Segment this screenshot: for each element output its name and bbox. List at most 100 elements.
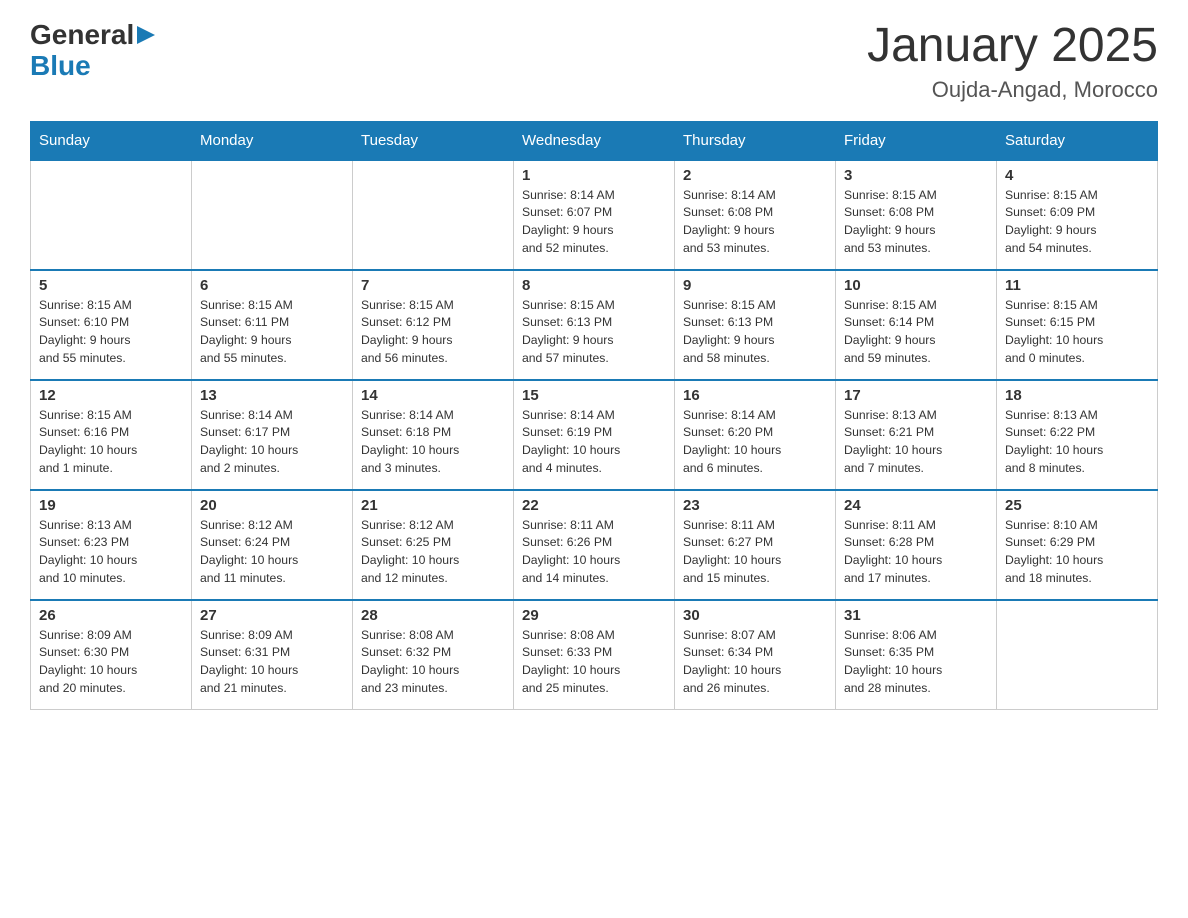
day-cell: 15 Sunrise: 8:14 AMSunset: 6:19 PMDayligh…	[514, 380, 675, 490]
day-cell: 1 Sunrise: 8:14 AMSunset: 6:07 PMDaylight…	[514, 160, 675, 270]
header-row: SundayMondayTuesdayWednesdayThursdayFrid…	[31, 121, 1158, 160]
location-subtitle: Oujda-Angad, Morocco	[867, 77, 1158, 103]
day-number: 4	[1005, 167, 1149, 184]
day-cell: 2Sunrise: 8:14 AMSunset: 6:08 PMDaylight…	[675, 160, 836, 270]
day-cell: 9 Sunrise: 8:15 AMSunset: 6:13 PMDaylight…	[675, 270, 836, 380]
day-info: Sunrise: 8:10 AMSunset: 6:29 PMDaylight:…	[1005, 517, 1149, 588]
day-number: 26	[39, 607, 183, 624]
calendar-body: 1 Sunrise: 8:14 AMSunset: 6:07 PMDaylight…	[31, 160, 1158, 710]
day-info: Sunrise: 8:13 AMSunset: 6:23 PMDaylight:…	[39, 517, 183, 588]
day-cell: 18 Sunrise: 8:13 AMSunset: 6:22 PMDayligh…	[997, 380, 1158, 490]
day-info: Sunrise: 8:15 AMSunset: 6:08 PMDaylight:…	[844, 187, 988, 258]
day-number: 19	[39, 497, 183, 514]
logo-arrow-icon	[137, 26, 155, 44]
title-block: January 2025 Oujda-Angad, Morocco	[867, 20, 1158, 103]
day-info: Sunrise: 8:15 AMSunset: 6:14 PMDaylight:…	[844, 297, 988, 368]
day-number: 28	[361, 607, 505, 624]
day-cell: 14Sunrise: 8:14 AMSunset: 6:18 PMDayligh…	[353, 380, 514, 490]
day-info: Sunrise: 8:15 AMSunset: 6:13 PMDaylight:…	[522, 297, 666, 368]
day-number: 7	[361, 277, 505, 294]
day-number: 1	[522, 167, 666, 184]
day-number: 9	[683, 277, 827, 294]
logo-general-text: General	[30, 20, 134, 51]
day-cell: 21 Sunrise: 8:12 AMSunset: 6:25 PMDayligh…	[353, 490, 514, 600]
day-info: Sunrise: 8:12 AMSunset: 6:24 PMDaylight:…	[200, 517, 344, 588]
day-info: Sunrise: 8:13 AMSunset: 6:21 PMDaylight:…	[844, 407, 988, 478]
header-cell-friday: Friday	[836, 121, 997, 160]
day-info: Sunrise: 8:14 AMSunset: 6:20 PMDaylight:…	[683, 407, 827, 478]
day-number: 15	[522, 387, 666, 404]
day-cell	[997, 600, 1158, 710]
day-cell: 17Sunrise: 8:13 AMSunset: 6:21 PMDayligh…	[836, 380, 997, 490]
day-info: Sunrise: 8:15 AMSunset: 6:09 PMDaylight:…	[1005, 187, 1149, 258]
day-number: 5	[39, 277, 183, 294]
day-cell: 19 Sunrise: 8:13 AMSunset: 6:23 PMDayligh…	[31, 490, 192, 600]
day-info: Sunrise: 8:07 AMSunset: 6:34 PMDaylight:…	[683, 627, 827, 698]
day-info: Sunrise: 8:14 AMSunset: 6:18 PMDaylight:…	[361, 407, 505, 478]
day-number: 18	[1005, 387, 1149, 404]
header-cell-wednesday: Wednesday	[514, 121, 675, 160]
day-cell: 30Sunrise: 8:07 AMSunset: 6:34 PMDayligh…	[675, 600, 836, 710]
day-number: 3	[844, 167, 988, 184]
logo: General Blue	[30, 20, 155, 82]
day-cell: 23 Sunrise: 8:11 AMSunset: 6:27 PMDayligh…	[675, 490, 836, 600]
day-number: 31	[844, 607, 988, 624]
day-cell: 11Sunrise: 8:15 AMSunset: 6:15 PMDayligh…	[997, 270, 1158, 380]
day-number: 11	[1005, 277, 1149, 294]
day-cell: 3 Sunrise: 8:15 AMSunset: 6:08 PMDaylight…	[836, 160, 997, 270]
day-info: Sunrise: 8:15 AMSunset: 6:11 PMDaylight:…	[200, 297, 344, 368]
day-cell: 24 Sunrise: 8:11 AMSunset: 6:28 PMDayligh…	[836, 490, 997, 600]
day-info: Sunrise: 8:11 AMSunset: 6:26 PMDaylight:…	[522, 517, 666, 588]
day-info: Sunrise: 8:08 AMSunset: 6:33 PMDaylight:…	[522, 627, 666, 698]
day-info: Sunrise: 8:09 AMSunset: 6:30 PMDaylight:…	[39, 627, 183, 698]
day-cell: 25 Sunrise: 8:10 AMSunset: 6:29 PMDayligh…	[997, 490, 1158, 600]
day-cell: 6 Sunrise: 8:15 AMSunset: 6:11 PMDaylight…	[192, 270, 353, 380]
day-info: Sunrise: 8:14 AMSunset: 6:19 PMDaylight:…	[522, 407, 666, 478]
day-number: 22	[522, 497, 666, 514]
header-cell-tuesday: Tuesday	[353, 121, 514, 160]
month-title: January 2025	[867, 20, 1158, 73]
day-cell: 29 Sunrise: 8:08 AMSunset: 6:33 PMDayligh…	[514, 600, 675, 710]
header-cell-monday: Monday	[192, 121, 353, 160]
day-number: 24	[844, 497, 988, 514]
day-cell: 20 Sunrise: 8:12 AMSunset: 6:24 PMDayligh…	[192, 490, 353, 600]
header-cell-sunday: Sunday	[31, 121, 192, 160]
day-info: Sunrise: 8:15 AMSunset: 6:13 PMDaylight:…	[683, 297, 827, 368]
day-info: Sunrise: 8:06 AMSunset: 6:35 PMDaylight:…	[844, 627, 988, 698]
day-info: Sunrise: 8:09 AMSunset: 6:31 PMDaylight:…	[200, 627, 344, 698]
day-cell: 16Sunrise: 8:14 AMSunset: 6:20 PMDayligh…	[675, 380, 836, 490]
week-row-5: 26 Sunrise: 8:09 AMSunset: 6:30 PMDayligh…	[31, 600, 1158, 710]
day-number: 2	[683, 167, 827, 184]
day-cell: 5Sunrise: 8:15 AMSunset: 6:10 PMDaylight…	[31, 270, 192, 380]
day-number: 6	[200, 277, 344, 294]
day-info: Sunrise: 8:14 AMSunset: 6:07 PMDaylight:…	[522, 187, 666, 258]
day-cell	[353, 160, 514, 270]
week-row-2: 5Sunrise: 8:15 AMSunset: 6:10 PMDaylight…	[31, 270, 1158, 380]
day-cell: 26 Sunrise: 8:09 AMSunset: 6:30 PMDayligh…	[31, 600, 192, 710]
day-info: Sunrise: 8:11 AMSunset: 6:28 PMDaylight:…	[844, 517, 988, 588]
logo-blue-text: Blue	[30, 51, 155, 82]
day-info: Sunrise: 8:12 AMSunset: 6:25 PMDaylight:…	[361, 517, 505, 588]
day-number: 25	[1005, 497, 1149, 514]
day-number: 20	[200, 497, 344, 514]
day-cell: 31 Sunrise: 8:06 AMSunset: 6:35 PMDayligh…	[836, 600, 997, 710]
day-number: 29	[522, 607, 666, 624]
calendar-header: SundayMondayTuesdayWednesdayThursdayFrid…	[31, 121, 1158, 160]
day-number: 27	[200, 607, 344, 624]
day-number: 21	[361, 497, 505, 514]
day-cell: 4 Sunrise: 8:15 AMSunset: 6:09 PMDaylight…	[997, 160, 1158, 270]
day-number: 12	[39, 387, 183, 404]
day-cell: 28Sunrise: 8:08 AMSunset: 6:32 PMDayligh…	[353, 600, 514, 710]
day-info: Sunrise: 8:15 AMSunset: 6:12 PMDaylight:…	[361, 297, 505, 368]
day-info: Sunrise: 8:11 AMSunset: 6:27 PMDaylight:…	[683, 517, 827, 588]
week-row-3: 12Sunrise: 8:15 AMSunset: 6:16 PMDayligh…	[31, 380, 1158, 490]
day-info: Sunrise: 8:13 AMSunset: 6:22 PMDaylight:…	[1005, 407, 1149, 478]
day-cell: 22 Sunrise: 8:11 AMSunset: 6:26 PMDayligh…	[514, 490, 675, 600]
header-cell-saturday: Saturday	[997, 121, 1158, 160]
day-cell: 13Sunrise: 8:14 AMSunset: 6:17 PMDayligh…	[192, 380, 353, 490]
week-row-4: 19 Sunrise: 8:13 AMSunset: 6:23 PMDayligh…	[31, 490, 1158, 600]
day-number: 8	[522, 277, 666, 294]
week-row-1: 1 Sunrise: 8:14 AMSunset: 6:07 PMDaylight…	[31, 160, 1158, 270]
day-number: 23	[683, 497, 827, 514]
header-cell-thursday: Thursday	[675, 121, 836, 160]
